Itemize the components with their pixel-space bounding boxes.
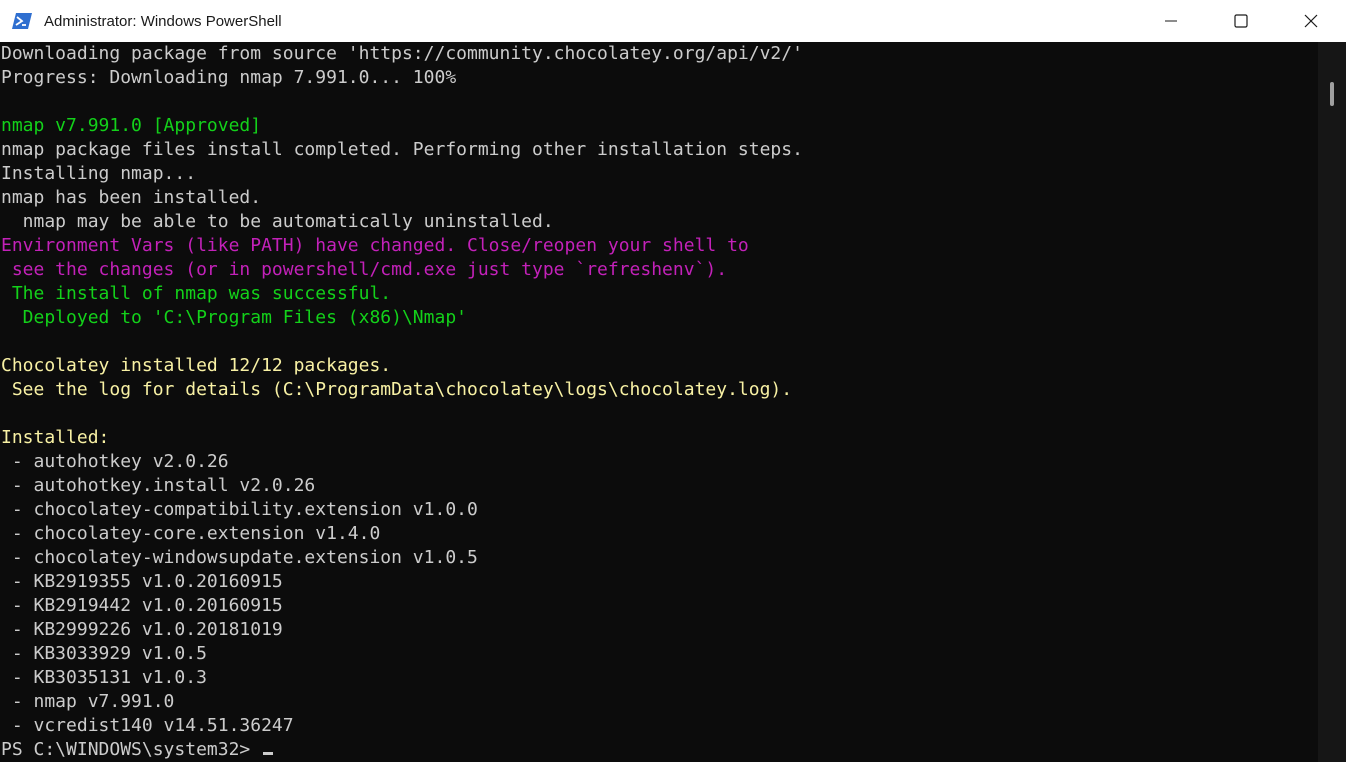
maximize-icon <box>1234 14 1248 28</box>
terminal-line: - KB2919442 v1.0.20160915 <box>1 595 283 616</box>
text-cursor <box>263 752 274 755</box>
window-title: Administrator: Windows PowerShell <box>44 12 282 30</box>
terminal-line: - KB2999226 v1.0.20181019 <box>1 619 283 640</box>
terminal-line: - chocolatey-compatibility.extension v1.… <box>1 499 478 520</box>
terminal-line: See the log for details (C:\ProgramData\… <box>1 379 793 400</box>
terminal-line: - autohotkey.install v2.0.26 <box>1 475 316 496</box>
terminal-line: Progress: Downloading nmap 7.991.0... 10… <box>1 67 457 88</box>
terminal-line: - KB3033929 v1.0.5 <box>1 643 207 664</box>
terminal-line: nmap may be able to be automatically uni… <box>1 211 554 232</box>
terminal-line: - autohotkey v2.0.26 <box>1 451 229 472</box>
terminal-line: Downloading package from source 'https:/… <box>1 43 803 64</box>
maximize-button[interactable] <box>1206 0 1276 42</box>
terminal-line: nmap has been installed. <box>1 187 262 208</box>
minimize-icon <box>1165 20 1177 22</box>
terminal-line: - nmap v7.991.0 <box>1 691 175 712</box>
terminal-line: - KB2919355 v1.0.20160915 <box>1 571 283 592</box>
vertical-scrollbar[interactable] <box>1318 42 1346 762</box>
scrollbar-thumb[interactable] <box>1330 82 1334 106</box>
terminal-line: Installed: <box>1 427 110 448</box>
prompt-text: PS C:\WINDOWS\system32> <box>1 739 251 760</box>
terminal-line: nmap v7.991.0 [Approved] <box>1 115 262 136</box>
close-button[interactable] <box>1276 0 1346 42</box>
terminal-line: - vcredist140 v14.51.36247 <box>1 715 294 736</box>
terminal-line: - chocolatey-core.extension v1.4.0 <box>1 523 381 544</box>
terminal-line: see the changes (or in powershell/cmd.ex… <box>1 259 728 280</box>
terminal-line: The install of nmap was successful. <box>1 283 392 304</box>
terminal-line: Installing nmap... <box>1 163 197 184</box>
minimize-button[interactable] <box>1136 0 1206 42</box>
terminal-line: - KB3035131 v1.0.3 <box>1 667 207 688</box>
close-icon <box>1304 14 1318 28</box>
powershell-icon <box>12 13 32 29</box>
powershell-window: Administrator: Windows PowerShell Downlo… <box>0 0 1346 762</box>
terminal-output[interactable]: Downloading package from source 'https:/… <box>0 42 1318 762</box>
terminal-line: - chocolatey-windowsupdate.extension v1.… <box>1 547 478 568</box>
prompt-line[interactable]: PS C:\WINDOWS\system32> <box>0 738 1318 762</box>
terminal-line: Chocolatey installed 12/12 packages. <box>1 355 392 376</box>
terminal-line: Environment Vars (like PATH) have change… <box>1 235 749 256</box>
terminal-line: nmap package files install completed. Pe… <box>1 139 803 160</box>
title-bar[interactable]: Administrator: Windows PowerShell <box>0 0 1346 42</box>
terminal-line: Deployed to 'C:\Program Files (x86)\Nmap… <box>1 307 467 328</box>
window-controls <box>1136 0 1346 42</box>
